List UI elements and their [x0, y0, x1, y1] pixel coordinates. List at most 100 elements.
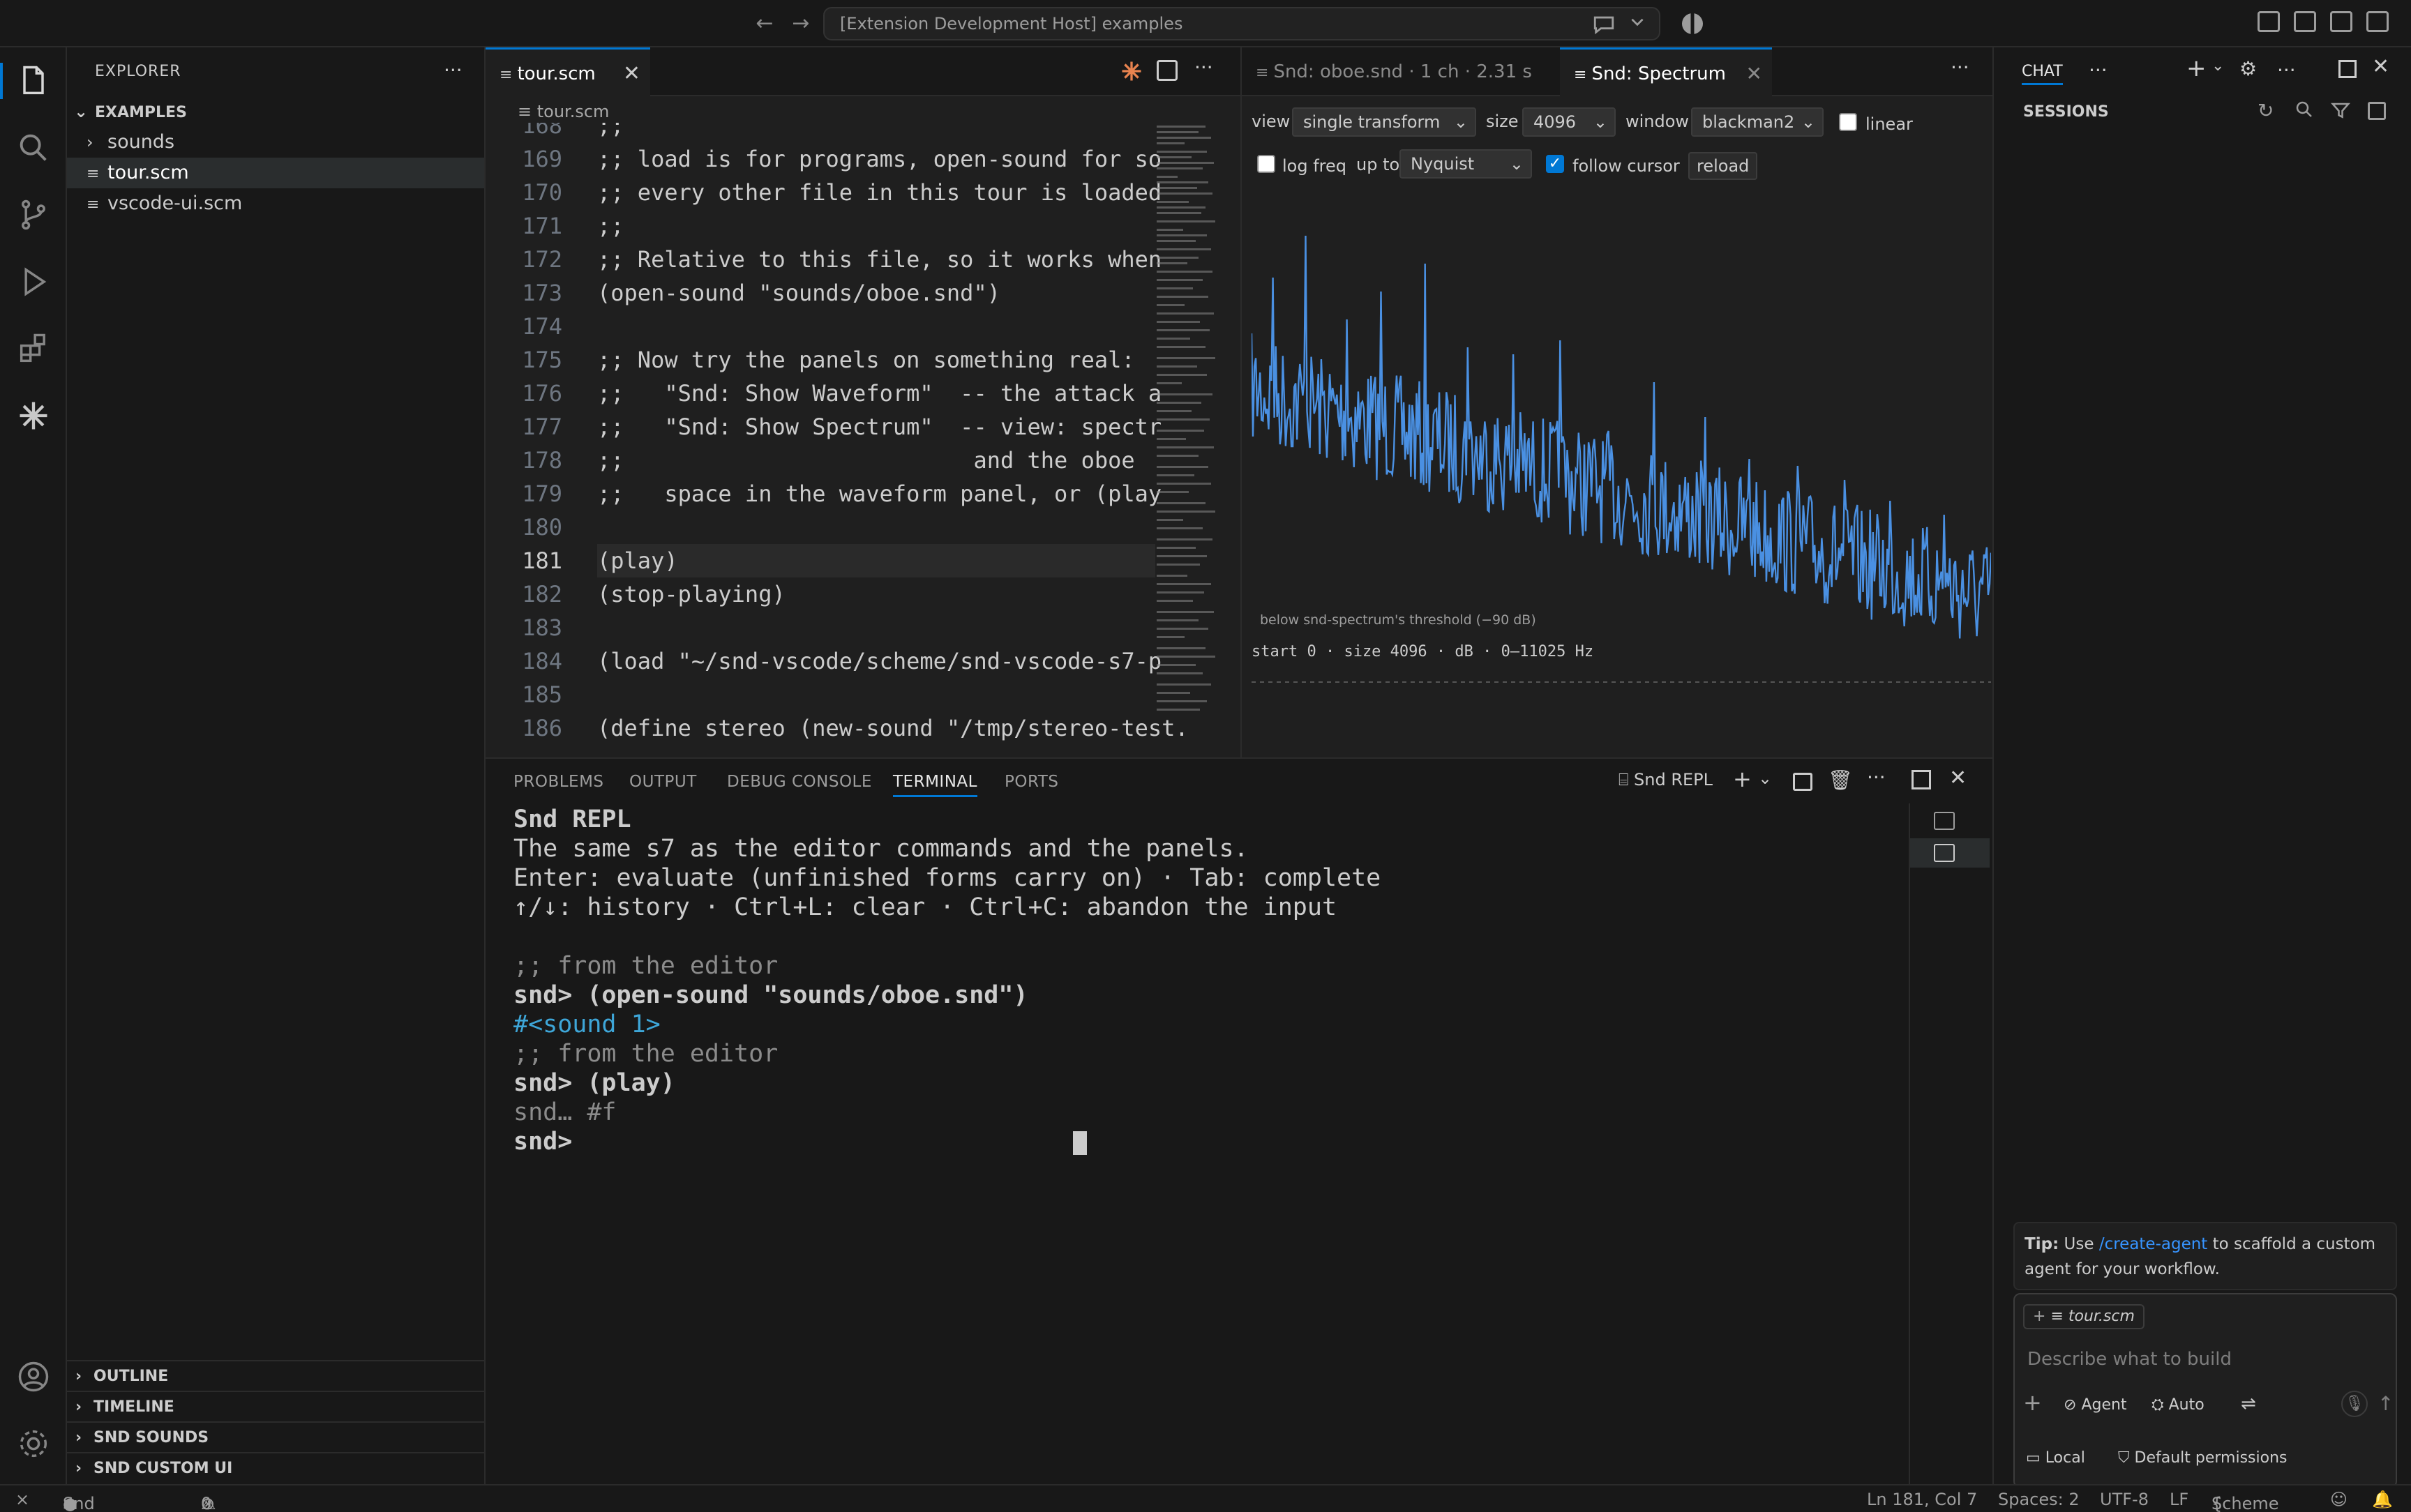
code-line[interactable]: 184 (load "~/snd-vscode/scheme/snd-vscode… [486, 644, 1183, 678]
terminal-instance-icon[interactable] [1934, 812, 1955, 830]
section-outline[interactable]: › OUTLINE [67, 1360, 484, 1391]
model-picker[interactable]: ⛭ Auto [2151, 1396, 2205, 1414]
indentation[interactable]: Spaces: 2 [1998, 1490, 2080, 1509]
new-chat-icon[interactable]: + [2186, 54, 2207, 82]
code-line[interactable]: 178 ;; and the oboe [486, 444, 1183, 477]
more-actions-icon[interactable]: ··· [1194, 56, 1213, 79]
toggle-primary-sidebar-icon[interactable] [2294, 11, 2316, 32]
toggle-sidebar-icon[interactable] [2368, 102, 2386, 120]
code-line[interactable]: 183 [486, 611, 1183, 644]
search-icon[interactable] [15, 130, 52, 166]
chat-icon[interactable] [1592, 13, 1616, 41]
code-line[interactable]: 175 ;; Now try the panels on something re… [486, 343, 1183, 377]
reload-button[interactable]: reload [1688, 152, 1758, 180]
more-actions-icon[interactable]: ··· [1951, 56, 1969, 79]
send-icon[interactable]: ↑ [2378, 1392, 2394, 1415]
more-actions-icon[interactable]: ··· [444, 59, 463, 82]
code-line[interactable]: 171;; [486, 209, 1183, 243]
code-line[interactable]: 179 ;; space in the waveform panel, or (p… [486, 477, 1183, 511]
customize-layout-icon[interactable] [2258, 11, 2280, 32]
code-line[interactable]: 182 (stop-playing) [486, 577, 1183, 611]
remote-icon[interactable]: ⨯ [15, 1490, 29, 1509]
extensions-icon[interactable] [15, 331, 52, 367]
split-terminal-icon[interactable] [1793, 773, 1812, 791]
more-actions-icon[interactable]: ··· [2089, 59, 2108, 82]
code-line[interactable]: 168;; [486, 123, 1183, 142]
mode-picker[interactable]: ⊘ Agent [2064, 1396, 2127, 1414]
linear-checkbox[interactable] [1839, 113, 1857, 131]
trash-icon[interactable]: 🗑 [1828, 769, 1853, 792]
terminal-selector[interactable]: ⌸ Snd REPL [1618, 770, 1713, 789]
close-icon[interactable]: ✕ [2372, 54, 2389, 79]
forward-arrow-icon[interactable]: → [787, 10, 815, 38]
code-line[interactable]: 177 ;; "Snd: Show Spectrum" -- view: spec… [486, 410, 1183, 444]
create-agent-link[interactable]: /create-agent [2099, 1235, 2208, 1253]
code-line[interactable]: 172 ;; Relative to this file, so it works… [486, 243, 1183, 276]
code-line[interactable]: 176 ;; "Snd: Show Waveform" -- the attack… [486, 377, 1183, 410]
chevron-down-icon[interactable]: ⌄ [1758, 769, 1772, 788]
code-line[interactable]: 185 [486, 678, 1183, 711]
tools-icon[interactable]: ⇌ [2241, 1393, 2256, 1414]
tab-problems[interactable]: PROBLEMS [513, 773, 604, 791]
code-line[interactable]: 174 [486, 310, 1183, 343]
split-editor-icon[interactable] [1157, 60, 1178, 81]
section-snd-sounds[interactable]: › SND SOUNDS [67, 1421, 484, 1452]
tab-tour-scm[interactable]: ≡ tour.scm ✕ [486, 47, 650, 96]
permissions-picker[interactable]: ⛉ Default permissions [2118, 1449, 2287, 1467]
tab-output[interactable]: OUTPUT [629, 773, 697, 791]
terminal-instance-active[interactable] [1910, 838, 1990, 868]
tab-debug-console[interactable]: DEBUG CONSOLE [727, 773, 872, 791]
tab-terminal[interactable]: TERMINAL [893, 773, 977, 797]
tree-item-tour-scm[interactable]: ≡ tour.scm [67, 158, 484, 188]
end-of-line[interactable]: LF [2170, 1490, 2188, 1509]
chevron-down-icon[interactable]: ⌄ [2211, 57, 2224, 75]
tree-item-sounds[interactable]: › sounds [67, 127, 484, 158]
code-line[interactable]: 173 (open-sound "sounds/oboe.snd") [486, 276, 1183, 310]
size-select[interactable]: 4096 ⌄ [1522, 107, 1616, 137]
code-line[interactable]: 181 (play) [522, 544, 1155, 577]
location-picker[interactable]: ▭ Local [2026, 1449, 2085, 1467]
tab-ports[interactable]: PORTS [1005, 773, 1058, 791]
run-debug-icon[interactable] [15, 264, 52, 300]
cursor-position[interactable]: Ln 181, Col 7 [1867, 1490, 1977, 1509]
source-control-icon[interactable] [15, 197, 52, 233]
gear-icon[interactable]: ⚙ [2239, 57, 2257, 80]
section-snd-custom-ui[interactable]: › SND CUSTOM UI [67, 1452, 484, 1483]
toggle-secondary-sidebar-icon[interactable] [2366, 11, 2389, 32]
snd-run-icon[interactable] [1119, 59, 1144, 86]
view-select[interactable]: single transform ⌄ [1292, 107, 1476, 137]
tab-snd-spectrum[interactable]: ≡ Snd: Spectrum ✕ [1560, 47, 1772, 96]
explorer-icon[interactable] [0, 63, 67, 99]
account-icon[interactable] [15, 1359, 52, 1395]
more-actions-icon[interactable]: ··· [2277, 59, 2296, 82]
maximize-icon[interactable] [2338, 60, 2357, 78]
filter-icon[interactable] [2330, 100, 2351, 124]
chat-title[interactable]: CHAT [2022, 63, 2063, 85]
close-icon[interactable]: ✕ [1746, 50, 1762, 98]
maximize-panel-icon[interactable] [1911, 770, 1931, 789]
log-freq-checkbox[interactable] [1257, 155, 1275, 173]
code-line[interactable]: 180 [486, 511, 1183, 544]
close-icon[interactable]: ✕ [623, 50, 640, 98]
chevron-down-icon[interactable] [1628, 13, 1646, 36]
code-line[interactable]: 186 (define stereo (new-sound "/tmp/stere… [486, 711, 1183, 745]
refresh-icon[interactable]: ↻ [2258, 99, 2274, 122]
context-attachment[interactable]: + ≡ tour.scm [2023, 1304, 2145, 1329]
window-select[interactable]: blackman2 ⌄ [1691, 107, 1824, 137]
section-timeline[interactable]: › TIMELINE [67, 1391, 484, 1421]
toggle-panel-icon[interactable] [2330, 11, 2352, 32]
tree-item-vscode-ui-scm[interactable]: ≡ vscode-ui.scm [67, 188, 484, 219]
settings-gear-icon[interactable] [15, 1426, 52, 1462]
microphone-icon[interactable]: 🎙 [2341, 1391, 2368, 1417]
more-actions-icon[interactable]: ··· [1867, 766, 1886, 789]
bell-icon[interactable]: 🔔 [2372, 1490, 2393, 1509]
copilot-icon[interactable] [1678, 10, 1706, 40]
up-to-select[interactable]: Nyquist ⌄ [1399, 149, 1532, 179]
tab-oboe-waveform[interactable]: ≡ Snd: oboe.snd · 1 ch · 2.31 s [1242, 47, 1560, 96]
snd-extension-icon[interactable] [15, 398, 52, 434]
follow-cursor-checkbox[interactable]: ✓ [1546, 155, 1564, 173]
terminal-output[interactable]: Snd REPL The same s7 as the editor comman… [486, 805, 1909, 1432]
add-context-icon[interactable]: + [2023, 1389, 2042, 1416]
workspace-root[interactable]: ⌄ EXAMPLES [67, 96, 484, 127]
encoding[interactable]: UTF-8 [2100, 1490, 2149, 1509]
